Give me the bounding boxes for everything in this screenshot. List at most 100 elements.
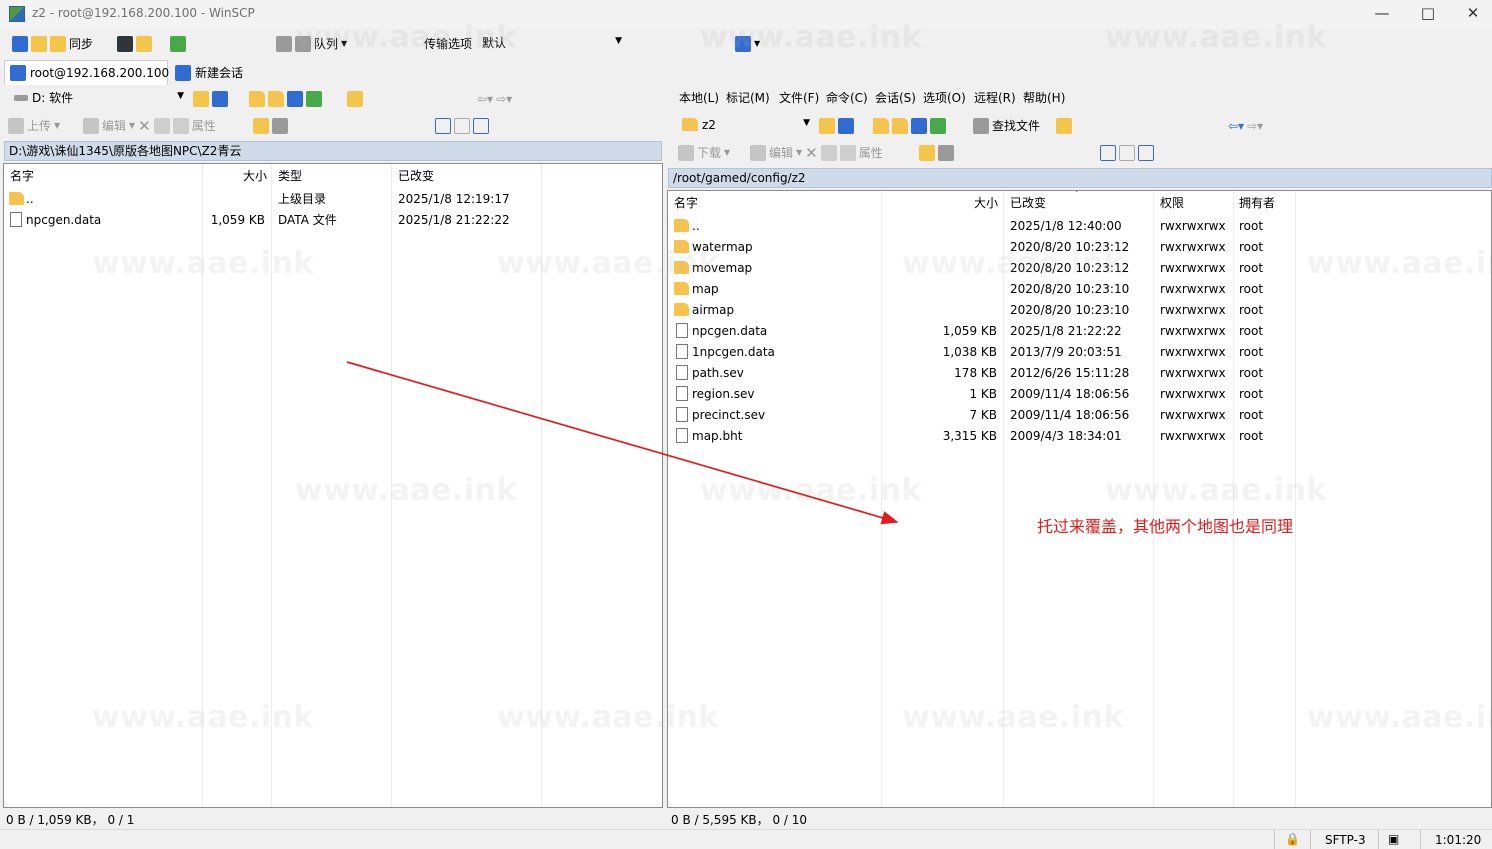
download-button[interactable]: 下载	[697, 144, 721, 161]
edit-icon[interactable]	[83, 117, 99, 134]
chevron-down-icon[interactable]: ▼	[724, 148, 730, 157]
back-icon[interactable]: ⇦▾	[477, 92, 493, 106]
root-directory-icon[interactable]	[268, 90, 284, 107]
edit-icon[interactable]	[750, 144, 766, 161]
new-folder-icon[interactable]	[919, 144, 935, 161]
left-path: D:\游戏\诛仙1345\原版各地图NPC\Z2青云	[9, 144, 242, 158]
file-row[interactable]: airmap 2020/8/20 10:23:10 rwxrwxrwx root	[668, 299, 1491, 320]
minimize-button[interactable]: —	[1359, 2, 1405, 26]
edit-button[interactable]: 编辑	[102, 117, 126, 134]
file-row[interactable]: map.bht 3,315 KB 2009/4/3 18:34:01 rwxrwxrw…	[668, 425, 1491, 446]
tab-root-session[interactable]: root@192.168.200.100	[4, 60, 169, 85]
file-row[interactable]: npcgen.data 1,059 KB DATA 文件 2025/1/8 21…	[4, 209, 662, 230]
compare-directories-icon[interactable]	[31, 35, 47, 52]
upload-icon[interactable]	[8, 117, 24, 134]
refresh-icon[interactable]	[306, 90, 322, 107]
local-local-view-icon[interactable]	[12, 35, 28, 52]
home-icon[interactable]	[911, 117, 927, 134]
file-row-parent[interactable]: .. 上级目录 2025/1/8 12:19:17	[4, 188, 662, 209]
find-files-icon[interactable]	[973, 117, 989, 134]
menu-remote[interactable]: 远程(R)	[974, 89, 1016, 106]
sync-button[interactable]: 同步	[69, 35, 93, 52]
edit-button[interactable]: 编辑	[769, 144, 793, 161]
upload-button[interactable]: 上传	[27, 117, 51, 134]
new-file-icon[interactable]	[272, 117, 288, 134]
menu-local[interactable]: 本地(L)	[679, 89, 719, 106]
col-owner-header[interactable]: 拥有者	[1239, 194, 1275, 211]
file-row[interactable]: .. 2025/1/8 12:40:00 rwxrwxrwx root	[668, 215, 1491, 236]
file-row[interactable]: npcgen.data 1,059 KB 2025/1/8 21:22:22 rwxr…	[668, 320, 1491, 341]
chevron-down-icon[interactable]: ▼	[796, 148, 802, 157]
col-changed-header[interactable]: 已改变	[398, 167, 434, 184]
close-button[interactable]: ✕	[1450, 2, 1492, 26]
col-type-header[interactable]: 类型	[278, 167, 302, 184]
menu-help[interactable]: 帮助(H)	[1023, 89, 1065, 106]
menu-commands[interactable]: 命令(C)	[826, 89, 868, 106]
filter-icon[interactable]	[838, 117, 854, 134]
delete-icon[interactable]: ✕	[805, 144, 818, 162]
properties-button[interactable]: 属性	[859, 144, 883, 161]
forward-icon[interactable]: ⇨▾	[1247, 119, 1263, 133]
chevron-down-icon[interactable]: ▼	[615, 36, 622, 46]
find-files-button[interactable]: 查找文件	[992, 117, 1040, 134]
chevron-down-icon[interactable]: ▼	[129, 121, 135, 130]
maximize-button[interactable]: □	[1405, 2, 1451, 26]
drive-selector[interactable]: D: 软件 ▼	[8, 87, 188, 108]
parent-directory-icon[interactable]	[873, 117, 889, 134]
menu-files[interactable]: 文件(F)	[779, 89, 819, 106]
open-folder-icon[interactable]	[193, 90, 209, 107]
properties-icon[interactable]	[839, 144, 856, 161]
menu-session[interactable]: 会话(S)	[875, 89, 916, 106]
col-size-header[interactable]: 大小	[881, 194, 998, 211]
rename-icon[interactable]	[153, 117, 170, 134]
select-minus-icon[interactable]	[454, 117, 470, 134]
file-rights: rwxrwxrwx	[1160, 323, 1226, 338]
back-icon[interactable]: ⇦▾	[1228, 119, 1244, 133]
col-name-header[interactable]: 名字	[674, 194, 698, 211]
file-row[interactable]: path.sev 178 KB 2012/6/26 15:11:28 rwxrwxrw…	[668, 362, 1491, 383]
forward-icon[interactable]: ⇨▾	[496, 92, 512, 106]
home-icon[interactable]	[287, 90, 303, 107]
file-row[interactable]: 1npcgen.data 1,038 KB 2013/7/9 20:03:51 rwx…	[668, 341, 1491, 362]
download-icon[interactable]	[678, 144, 694, 161]
remote-folder-selector[interactable]: z2 ▼	[676, 114, 814, 135]
properties-icon[interactable]	[172, 117, 189, 134]
refresh-session-icon[interactable]	[170, 35, 186, 52]
left-path-bar[interactable]: D:\游戏\诛仙1345\原版各地图NPC\Z2青云	[4, 141, 662, 161]
select-plus-icon[interactable]	[1100, 144, 1116, 161]
col-size-header[interactable]: 大小	[202, 167, 267, 184]
refresh-icon[interactable]	[930, 117, 946, 134]
select-minus-icon[interactable]	[1119, 144, 1135, 161]
file-row[interactable]: precinct.sev 7 KB 2009/11/4 18:06:56 rwxrwx…	[668, 404, 1491, 425]
col-rights-header[interactable]: 权限	[1160, 194, 1184, 211]
tab-new-session[interactable]: 新建会话	[170, 60, 252, 85]
chevron-down-icon[interactable]: ▼	[177, 91, 184, 101]
menu-mark[interactable]: 标记(M)	[726, 89, 770, 106]
menu-options[interactable]: 选项(O)	[923, 89, 966, 106]
right-path-bar[interactable]: /root/gamed/config/z2	[668, 168, 1492, 188]
properties-button[interactable]: 属性	[192, 117, 216, 134]
root-directory-icon[interactable]	[892, 117, 908, 134]
delete-icon[interactable]: ✕	[138, 117, 151, 135]
tree-icon[interactable]	[1056, 117, 1072, 134]
col-name-header[interactable]: 名字	[10, 167, 34, 184]
gear-icon[interactable]	[276, 35, 292, 52]
tree-icon[interactable]	[347, 90, 363, 107]
file-row[interactable]: map 2020/8/20 10:23:10 rwxrwxrwx root	[668, 278, 1491, 299]
parent-directory-icon[interactable]	[249, 90, 265, 107]
select-plus-icon[interactable]	[435, 117, 451, 134]
new-folder-icon[interactable]	[253, 117, 269, 134]
filter-select-icon[interactable]	[473, 117, 489, 134]
file-row[interactable]: region.sev 1 KB 2009/11/4 18:06:56 rwxrwxrw…	[668, 383, 1491, 404]
col-changed-header[interactable]: 已改变	[1010, 194, 1046, 211]
sync-browsing-icon[interactable]	[50, 35, 66, 52]
filter-icon[interactable]	[212, 90, 228, 107]
file-transfer-icon[interactable]	[136, 35, 152, 52]
chevron-down-icon[interactable]: ▼	[803, 118, 810, 128]
new-file-icon[interactable]	[938, 144, 954, 161]
open-folder-icon[interactable]	[819, 117, 835, 134]
terminal-icon[interactable]	[117, 35, 133, 52]
rename-icon[interactable]	[820, 144, 837, 161]
chevron-down-icon[interactable]: ▼	[54, 121, 60, 130]
filter-select-icon[interactable]	[1138, 144, 1154, 161]
